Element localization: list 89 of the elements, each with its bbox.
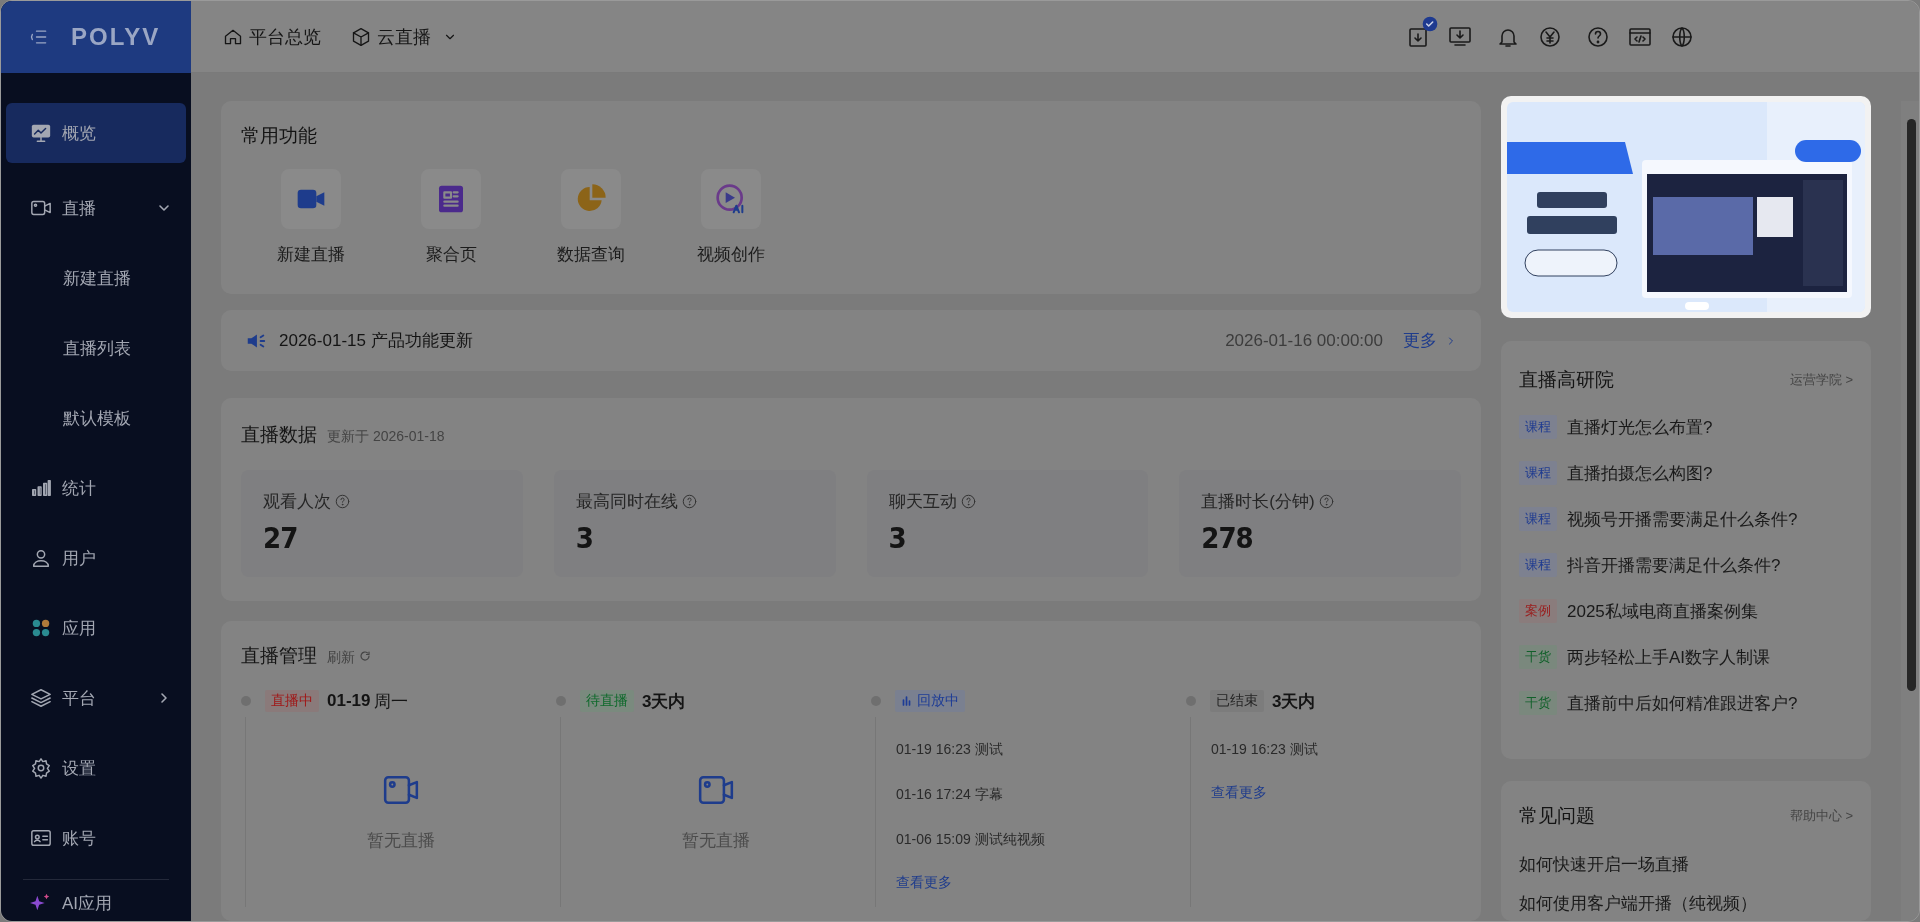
live-entry[interactable]: 01-16 17:24 字幕 xyxy=(896,776,1186,814)
gear-icon xyxy=(30,757,52,779)
article-link[interactable]: 两步轻松上手AI数字人制课 xyxy=(1567,645,1771,669)
user-icon xyxy=(30,547,52,569)
category-tag: 课程 xyxy=(1519,507,1557,531)
id-card-icon xyxy=(30,827,52,849)
help-icon xyxy=(1318,494,1334,509)
cube-icon xyxy=(351,26,371,47)
download-icon[interactable] xyxy=(1448,24,1472,49)
help-icon xyxy=(960,494,976,509)
status-tag: 直播中 xyxy=(265,690,319,712)
article-link[interactable]: 抖音开播需要满足什么条件? xyxy=(1567,553,1781,577)
sidebar-item[interactable]: 账号 xyxy=(6,803,186,873)
help-icon xyxy=(335,494,350,509)
help-icon xyxy=(681,494,697,509)
layers-icon xyxy=(30,687,52,709)
status-tag: 已结束 xyxy=(1210,690,1264,712)
sidebar-item[interactable]: 直播 xyxy=(6,173,186,243)
article-link[interactable]: 直播灯光怎么布置? xyxy=(1567,415,1713,439)
article-link[interactable]: 直播前中后如何精准跟进客户? xyxy=(1567,691,1798,715)
function-shortcut[interactable]: 数据查询 xyxy=(521,169,661,266)
stat-value: 278 xyxy=(1201,521,1254,555)
sidebar-item[interactable]: AI应用 xyxy=(6,886,186,920)
function-shortcut[interactable]: 视频创作 xyxy=(661,169,801,266)
view-more-link[interactable]: 查看更多 xyxy=(1211,784,1267,802)
stat-label: 观看人次 xyxy=(263,491,331,513)
sidebar-subitem[interactable]: 新建直播 xyxy=(1,243,191,313)
stat-value: 3 xyxy=(575,521,594,555)
function-shortcut[interactable]: 聚合页 xyxy=(381,169,521,266)
date-label: 3天内 xyxy=(1272,690,1316,713)
stat-value: 27 xyxy=(263,521,299,555)
sidebar-item[interactable]: 用户 xyxy=(6,523,186,593)
view-more-link[interactable]: 查看更多 xyxy=(896,874,952,892)
monitor-chart-icon xyxy=(30,122,52,144)
article-link[interactable]: 2025私域电商直播案例集 xyxy=(1567,599,1758,623)
help-icon[interactable] xyxy=(1586,24,1610,49)
yuan-icon[interactable] xyxy=(1538,24,1562,49)
sidebar-item[interactable]: 统计 xyxy=(6,453,186,523)
live-entry[interactable]: 01-19 16:23 测试 xyxy=(896,731,1186,769)
bar-chart-icon xyxy=(30,477,52,499)
section-title: 常用功能 xyxy=(241,124,318,148)
sidebar-subitem[interactable]: 默认模板 xyxy=(1,383,191,453)
stat-label: 最高同时在线 xyxy=(575,491,678,513)
date-label: 01-19 xyxy=(327,691,371,711)
category-tag: 案例 xyxy=(1519,599,1557,623)
article-link[interactable]: 直播拍摄怎么构图? xyxy=(1567,461,1713,485)
scrollbar[interactable] xyxy=(1901,101,1919,921)
sidebar-subitem[interactable]: 直播列表 xyxy=(1,313,191,383)
stat-value: 3 xyxy=(888,521,907,555)
weekday-label: 周一 xyxy=(374,690,409,713)
notice-time: 2026-01-16 00:00:00 xyxy=(1225,330,1383,351)
section-title: 直播高研院 xyxy=(1519,368,1614,392)
sidebar-item[interactable]: 设置 xyxy=(6,733,186,803)
sidebar-item[interactable]: 平台 xyxy=(6,663,186,733)
nav-link[interactable]: 平台总览 xyxy=(223,24,321,49)
category-tag: 干货 xyxy=(1519,691,1557,715)
bar-chart-icon xyxy=(901,695,913,707)
apps-icon xyxy=(30,617,52,639)
header-link[interactable]: 运营学院 > xyxy=(1789,371,1853,389)
faq-link[interactable]: 如何使用客户端开播（纯视频） xyxy=(1519,892,1853,915)
status-tag: 待直播 xyxy=(580,690,634,712)
status-tag: 回放中 xyxy=(895,690,965,712)
globe-icon[interactable] xyxy=(1670,24,1694,49)
header-link[interactable]: 帮助中心 > xyxy=(1789,807,1853,825)
stat-label: 聊天互动 xyxy=(888,491,957,513)
function-shortcut[interactable]: 新建直播 xyxy=(241,169,381,266)
stat-label: 直播时长(分钟) xyxy=(1201,491,1315,513)
sidebar-item[interactable]: 概览 xyxy=(6,103,186,163)
sidebar-item[interactable]: 应用 xyxy=(6,593,186,663)
refresh-link[interactable]: 刷新 xyxy=(327,649,371,667)
check-badge-icon xyxy=(1422,15,1438,32)
category-tag: 课程 xyxy=(1519,415,1557,439)
section-title: 直播管理 xyxy=(241,644,317,668)
notice-text[interactable]: 2026-01-15 产品功能更新 xyxy=(279,329,473,352)
section-title: 常见问题 xyxy=(1519,804,1595,828)
more-link[interactable]: 更多 xyxy=(1403,329,1457,352)
category-tag: 课程 xyxy=(1519,553,1557,577)
nav-link[interactable]: 云直播 xyxy=(351,24,457,49)
faq-link[interactable]: 如何快速开启一场直播 xyxy=(1519,853,1853,876)
article-link[interactable]: 视频号开播需要满足什么条件? xyxy=(1567,507,1798,531)
category-tag: 课程 xyxy=(1519,461,1557,485)
section-title: 直播数据 xyxy=(241,423,317,447)
live-entry[interactable]: 01-06 15:09 测试纯视频 xyxy=(896,821,1186,859)
logo: POLYV xyxy=(71,23,161,51)
refresh-icon xyxy=(358,650,371,662)
live-entry[interactable]: 01-19 16:23 测试 xyxy=(1211,731,1501,769)
update-time: 更新于 2026-01-18 xyxy=(327,428,445,446)
category-tag: 干货 xyxy=(1519,645,1557,669)
date-label: 3天内 xyxy=(642,690,686,713)
